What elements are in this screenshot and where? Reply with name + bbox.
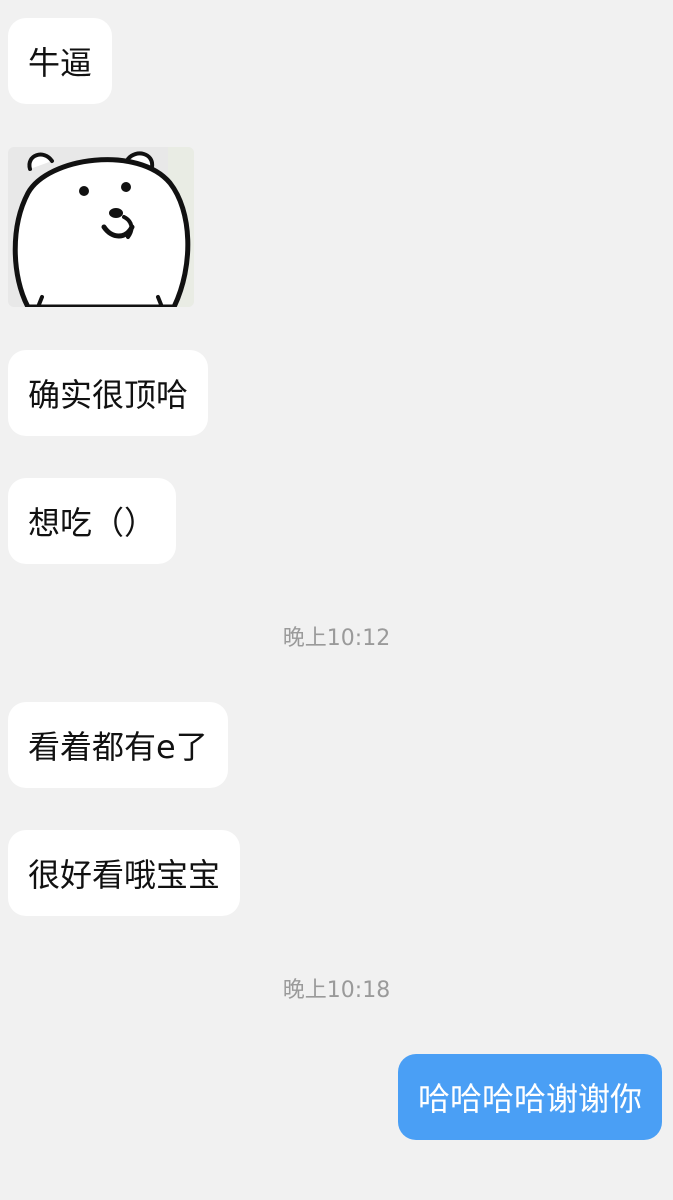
message-text: 哈哈哈哈谢谢你 — [417, 1080, 642, 1118]
message-timestamp: 晚上10:18 — [282, 978, 391, 1003]
message-text: 牛逼 — [28, 44, 93, 82]
message-text: 很好看哦宝宝 — [28, 856, 221, 894]
message-text: 想吃（） — [28, 504, 157, 542]
incoming-message-bubble[interactable]: 很好看哦宝宝 — [8, 830, 241, 916]
message-text: 看着都有e了 — [28, 728, 208, 766]
message-timestamp: 晚上10:12 — [282, 626, 391, 651]
message-text: 确实很顶哈 — [28, 376, 189, 414]
incoming-message-bubble[interactable]: 牛逼 — [8, 18, 113, 104]
bear-sticker-image[interactable] — [8, 147, 194, 307]
outgoing-message-bubble[interactable]: 哈哈哈哈谢谢你 — [397, 1054, 662, 1140]
incoming-message-bubble[interactable]: 看着都有e了 — [8, 702, 228, 788]
bear-sticker-icon — [8, 147, 194, 307]
incoming-message-bubble[interactable]: 想吃（） — [8, 478, 177, 564]
chat-screen: { "colors": { "background": "#f1f1f1", "… — [0, 0, 673, 1200]
incoming-message-bubble[interactable]: 确实很顶哈 — [8, 350, 209, 436]
